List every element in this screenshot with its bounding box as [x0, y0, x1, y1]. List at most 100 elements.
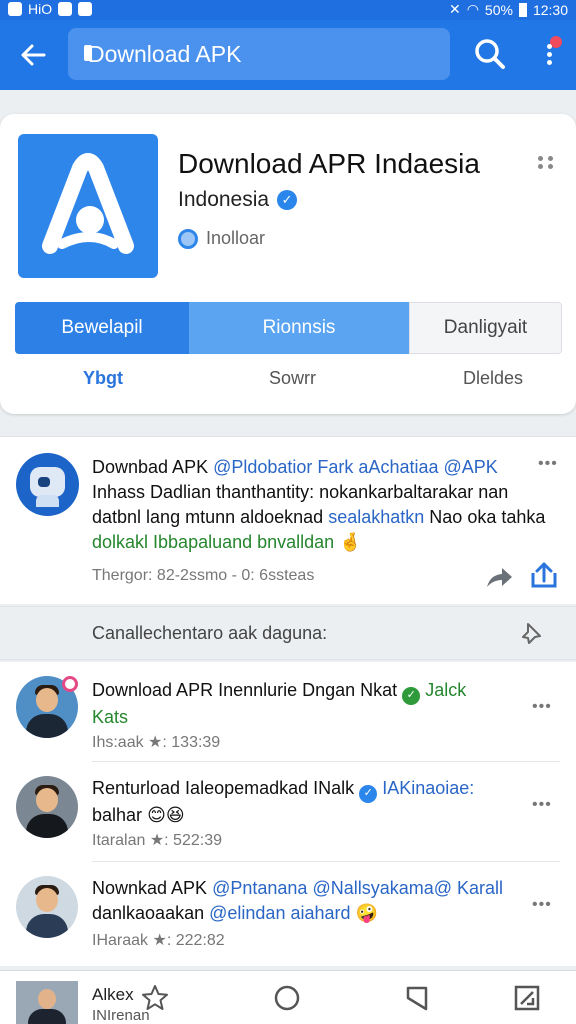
- segment-primary-button[interactable]: Bewelapil: [15, 302, 189, 354]
- search-button[interactable]: [470, 34, 510, 74]
- avatar-body: [26, 814, 68, 838]
- tab-third[interactable]: Dleldes: [463, 368, 523, 389]
- grid-dots-icon-dot: [548, 156, 553, 161]
- back-nav-button[interactable]: [402, 983, 432, 1013]
- action-segmented-control: Bewelapil Rionnsis Danligyait: [15, 302, 562, 354]
- post-author[interactable]: Downbad APK: [92, 457, 208, 477]
- overflow-menu-button[interactable]: [536, 34, 564, 74]
- segment-tertiary-button[interactable]: Danligyait: [409, 302, 562, 354]
- grid-dots-icon: [538, 156, 543, 161]
- clock: 12:30: [532, 1, 568, 18]
- circle-home-icon: [274, 985, 300, 1011]
- avatar-body: [26, 714, 68, 738]
- list-item-title: Nownkad APK: [92, 878, 208, 898]
- robot-avatar[interactable]: [16, 453, 79, 516]
- home-button[interactable]: [272, 983, 302, 1013]
- more-vert-icon: [547, 44, 552, 49]
- card-menu-button[interactable]: [532, 152, 560, 172]
- share-arrow-icon: [487, 568, 512, 587]
- share-button[interactable]: [484, 563, 514, 591]
- list-item-text: Renturload Ialeopemadkad INalk ✓ IAKinao…: [92, 776, 522, 828]
- post-mention[interactable]: @Pldobatior Fark aAchatiaa @APK: [213, 457, 498, 477]
- status-bar: HiO ✕ ◠ 50% 12:30: [0, 0, 576, 20]
- section-header: Canallechentaro aak daguna:: [0, 606, 576, 660]
- tab-first[interactable]: Ybgt: [83, 368, 123, 389]
- list-item-handle[interactable]: Jalck: [425, 680, 466, 700]
- info-icon: [178, 228, 198, 249]
- app-notification-icon: [58, 2, 73, 16]
- list-item[interactable]: Download APR Inennlurie Dngan Nkat ✓ Jal…: [0, 662, 576, 762]
- list-item-meta: IHaraak ★: 222:82: [92, 932, 225, 949]
- post-link[interactable]: sealakhatkn: [328, 507, 424, 527]
- post-more-button[interactable]: •••: [538, 455, 558, 473]
- post-line-3: datbnl lang mtunn aldoeknad: [92, 507, 324, 527]
- list-item-line-2: danlkaoaakan: [92, 903, 205, 923]
- notification-icon: [8, 2, 22, 16]
- app-meta-text: Inolloar: [206, 228, 266, 248]
- edit-square-icon: [514, 985, 540, 1011]
- segment-secondary-button[interactable]: Rionnsis: [189, 302, 409, 354]
- upload-icon: [531, 562, 557, 588]
- battery-level: 50%: [484, 1, 513, 18]
- wifi-icon: ◠: [466, 1, 479, 17]
- list-item-title: Download APR Inennlurie Dngan Nkat: [92, 680, 398, 700]
- list-item-meta: Itaralan ★: 522:39: [92, 832, 222, 849]
- post-emoji: 🤞: [339, 532, 362, 552]
- developer-row: Indonesia ✓: [178, 188, 298, 212]
- list-item-more-button[interactable]: •••: [532, 796, 552, 814]
- list-item-handle[interactable]: IAKinaoiae:: [382, 778, 474, 798]
- app-meta: Inolloar: [178, 228, 265, 249]
- avatar-body: [28, 1009, 66, 1024]
- avatar[interactable]: [16, 876, 78, 938]
- app-notification-icon-2: [78, 2, 93, 16]
- recents-button[interactable]: [512, 983, 542, 1013]
- post-text: Downbad APK @Pldobatior Fark aAchatiaa @…: [92, 455, 545, 555]
- avatar-body: [26, 914, 68, 938]
- search-input-text: Download APK: [88, 41, 242, 67]
- profile-avatar[interactable]: [16, 981, 78, 1024]
- list-item-more-button[interactable]: •••: [532, 698, 552, 716]
- star-icon: [142, 985, 168, 1010]
- comment-list: Download APR Inennlurie Dngan Nkat ✓ Jal…: [0, 662, 576, 966]
- pin-icon: [522, 623, 541, 644]
- developer-name[interactable]: Indonesia: [178, 188, 269, 212]
- more-vert-icon-dot: [547, 60, 552, 65]
- list-item-line-2: Kats: [92, 706, 129, 727]
- robot-eye-icon: [38, 477, 50, 487]
- post-line-3-suffix: Nao oka tahka: [429, 507, 546, 527]
- robot-body-icon: [36, 495, 59, 507]
- app-header-card: Download APR Indaesia Indonesia ✓ Inollo…: [0, 114, 576, 414]
- list-item[interactable]: Renturload Ialeopemadkad INalk ✓ IAKinao…: [0, 762, 576, 862]
- featured-post: Downbad APK @Pldobatior Fark aAchatiaa @…: [0, 436, 576, 604]
- avatar-face: [36, 688, 58, 712]
- list-item-emoji: 😊😆: [147, 804, 185, 825]
- back-button[interactable]: [14, 36, 52, 74]
- avatar[interactable]: [16, 776, 78, 838]
- tab-second[interactable]: Sowrr: [269, 368, 316, 389]
- upload-button[interactable]: [530, 561, 558, 589]
- status-left-label: HiO: [28, 1, 53, 17]
- more-vert-icon-dot: [547, 52, 552, 57]
- section-action-button[interactable]: [520, 621, 544, 645]
- list-item-text: Nownkad APK @Pntanana @Nallsyakama@ Kara…: [92, 876, 522, 926]
- favorites-button[interactable]: [140, 983, 170, 1013]
- avatar-face: [36, 888, 58, 912]
- verified-check-icon: ✓: [402, 686, 421, 705]
- list-item-meta: Ihs:aak ★: 133:39: [92, 734, 221, 751]
- triangle-back-icon: [406, 986, 428, 1011]
- list-item-handle[interactable]: @Pntanana @Nallsyakama@ Karall: [212, 878, 503, 898]
- list-item-mention[interactable]: @elindan aiahard: [209, 903, 350, 923]
- list-item-title: Renturload Ialeopemadkad INalk: [92, 778, 355, 798]
- section-title: Canallechentaro aak daguna:: [92, 623, 328, 643]
- list-item-more-button[interactable]: •••: [532, 896, 552, 914]
- app-logo-glyph: [42, 153, 134, 254]
- grid-dots-icon-dot: [538, 164, 543, 169]
- search-input[interactable]: Download APK: [68, 28, 450, 80]
- app-title: Download APR Indaesia: [178, 148, 480, 179]
- verified-icon: ✓: [277, 190, 298, 210]
- app-logo-icon: [18, 134, 158, 278]
- avatar-face: [36, 788, 58, 812]
- list-item[interactable]: Nownkad APK @Pntanana @Nallsyakama@ Kara…: [0, 862, 576, 962]
- list-item-line-2: balhar: [92, 804, 143, 825]
- list-item-emoji: 🤪: [355, 903, 378, 923]
